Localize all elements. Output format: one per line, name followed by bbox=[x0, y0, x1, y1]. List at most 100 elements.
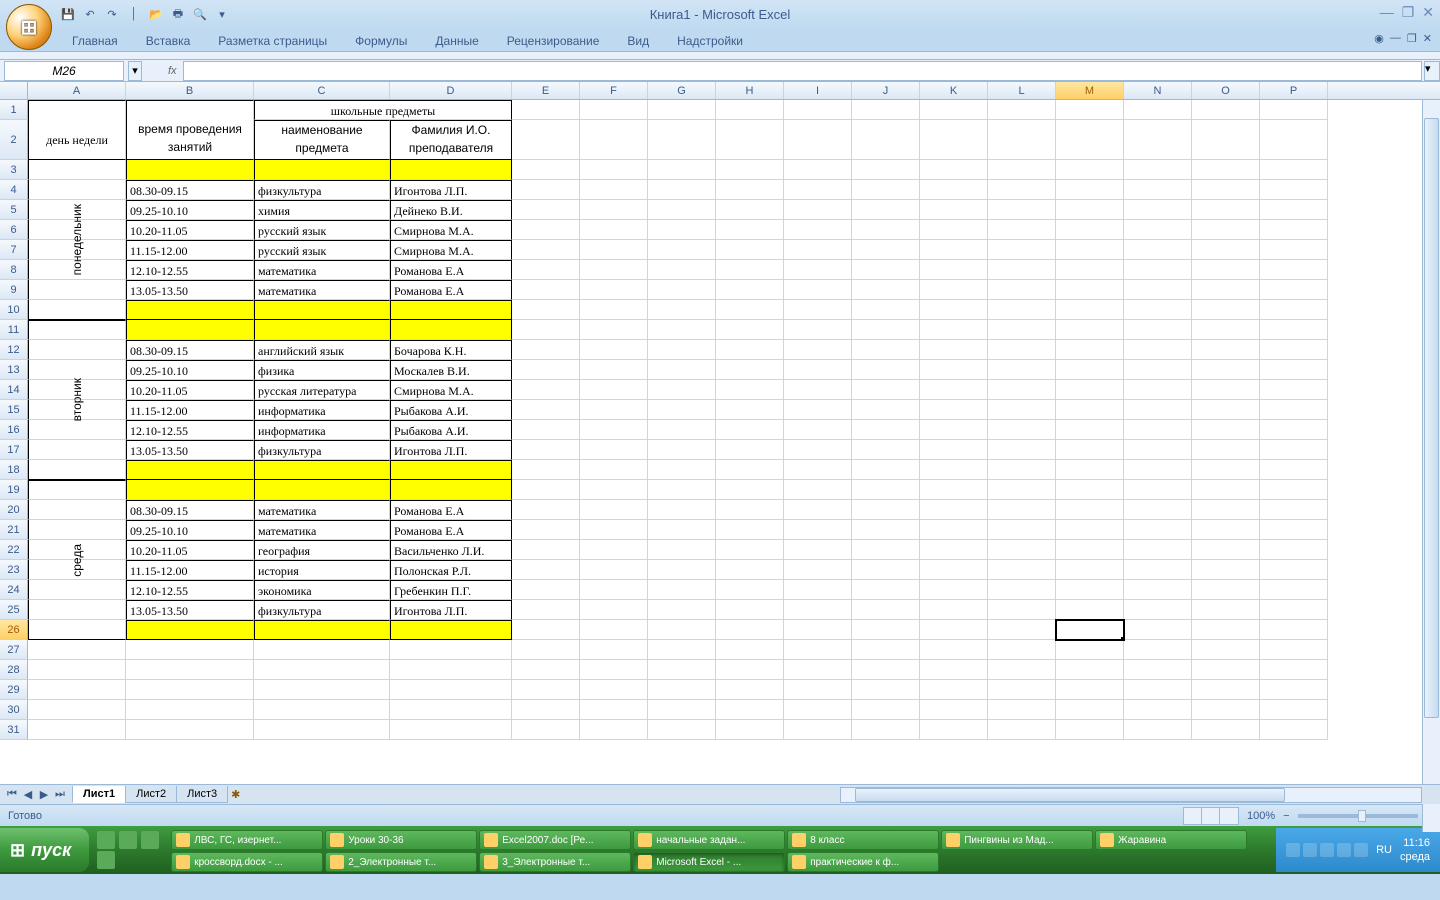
cell[interactable] bbox=[988, 500, 1056, 520]
cell[interactable] bbox=[648, 620, 716, 640]
cell[interactable] bbox=[920, 220, 988, 240]
cell[interactable] bbox=[1056, 680, 1124, 700]
cell[interactable] bbox=[784, 360, 852, 380]
cell[interactable] bbox=[1056, 540, 1124, 560]
save-icon[interactable]: 💾 bbox=[60, 6, 76, 22]
time-cell[interactable]: 10.20-11.05 bbox=[126, 220, 254, 240]
yellow-gap[interactable] bbox=[126, 320, 254, 340]
cell[interactable] bbox=[512, 640, 580, 660]
column-header-J[interactable]: J bbox=[852, 82, 920, 99]
cell[interactable] bbox=[1260, 640, 1328, 660]
cell[interactable] bbox=[648, 560, 716, 580]
cell[interactable] bbox=[254, 700, 390, 720]
cell[interactable] bbox=[648, 440, 716, 460]
tray-icon[interactable] bbox=[1286, 843, 1300, 857]
cell[interactable] bbox=[390, 660, 512, 680]
cell[interactable] bbox=[1192, 580, 1260, 600]
taskbar-item[interactable]: Excel2007.doc [Ре... bbox=[479, 830, 631, 850]
row-header-15[interactable]: 15 bbox=[0, 400, 28, 420]
row-header-7[interactable]: 7 bbox=[0, 240, 28, 260]
cell[interactable] bbox=[1124, 100, 1192, 120]
cell[interactable] bbox=[390, 640, 512, 660]
subject-cell[interactable]: математика bbox=[254, 520, 390, 540]
cell[interactable] bbox=[1056, 120, 1124, 160]
cell[interactable] bbox=[126, 720, 254, 740]
cell[interactable] bbox=[716, 380, 784, 400]
cell[interactable] bbox=[1260, 120, 1328, 160]
column-header-B[interactable]: B bbox=[126, 82, 254, 99]
teacher-cell[interactable]: Рыбакова А.И. bbox=[390, 420, 512, 440]
cell[interactable] bbox=[1056, 640, 1124, 660]
restore-inner-icon[interactable]: ❐ bbox=[1407, 32, 1417, 45]
subject-cell[interactable]: математика bbox=[254, 260, 390, 280]
header-subject[interactable]: наименованиепредмета bbox=[254, 120, 390, 160]
cell[interactable] bbox=[1192, 440, 1260, 460]
cell[interactable] bbox=[852, 480, 920, 500]
cell[interactable] bbox=[512, 540, 580, 560]
view-layout-icon[interactable] bbox=[1202, 808, 1220, 824]
zoom-slider[interactable] bbox=[1298, 814, 1418, 818]
cell[interactable] bbox=[648, 660, 716, 680]
cell[interactable] bbox=[852, 580, 920, 600]
cell[interactable] bbox=[648, 520, 716, 540]
cell[interactable] bbox=[512, 320, 580, 340]
cell[interactable] bbox=[512, 260, 580, 280]
cell[interactable] bbox=[784, 680, 852, 700]
cell[interactable] bbox=[1260, 680, 1328, 700]
close-icon[interactable]: ✕ bbox=[1422, 4, 1434, 21]
row-header-14[interactable]: 14 bbox=[0, 380, 28, 400]
cell[interactable] bbox=[920, 640, 988, 660]
subject-cell[interactable]: математика bbox=[254, 500, 390, 520]
cell[interactable] bbox=[1124, 420, 1192, 440]
cell[interactable] bbox=[988, 720, 1056, 740]
cell[interactable] bbox=[648, 100, 716, 120]
cell[interactable] bbox=[1124, 700, 1192, 720]
subject-cell[interactable]: русский язык bbox=[254, 220, 390, 240]
taskbar-item[interactable]: Microsoft Excel - ... bbox=[633, 852, 785, 872]
cell[interactable] bbox=[1124, 480, 1192, 500]
time-cell[interactable]: 12.10-12.55 bbox=[126, 260, 254, 280]
cell[interactable] bbox=[580, 520, 648, 540]
sheet-nav-first-icon[interactable]: ⏮ bbox=[4, 788, 20, 801]
cell[interactable] bbox=[1260, 240, 1328, 260]
cell[interactable] bbox=[648, 200, 716, 220]
cell[interactable] bbox=[648, 480, 716, 500]
cell[interactable] bbox=[648, 240, 716, 260]
cell[interactable] bbox=[1056, 580, 1124, 600]
teacher-cell[interactable]: Смирнова М.А. bbox=[390, 240, 512, 260]
cell[interactable] bbox=[1260, 460, 1328, 480]
cell[interactable] bbox=[648, 160, 716, 180]
cell[interactable] bbox=[784, 460, 852, 480]
cell[interactable] bbox=[1192, 300, 1260, 320]
taskbar-item[interactable]: практические к ф... bbox=[787, 852, 939, 872]
header-time[interactable]: время проведениязанятий bbox=[126, 120, 254, 160]
taskbar-item[interactable]: Уроки 30-36 bbox=[325, 830, 477, 850]
ribbon-tab-Разметка страницы[interactable]: Разметка страницы bbox=[206, 31, 339, 51]
subject-cell[interactable]: физика bbox=[254, 360, 390, 380]
cell[interactable] bbox=[1192, 660, 1260, 680]
cell[interactable] bbox=[648, 580, 716, 600]
cell[interactable] bbox=[1192, 700, 1260, 720]
cell[interactable] bbox=[580, 340, 648, 360]
cell[interactable] bbox=[716, 640, 784, 660]
sheet-tab-Лист2[interactable]: Лист2 bbox=[125, 786, 177, 803]
cell[interactable] bbox=[1192, 160, 1260, 180]
cell[interactable] bbox=[852, 420, 920, 440]
cell[interactable] bbox=[1192, 100, 1260, 120]
ribbon-tab-Главная[interactable]: Главная bbox=[60, 31, 130, 51]
qat-dropdown-icon[interactable]: ▾ bbox=[214, 6, 230, 22]
row-header-18[interactable]: 18 bbox=[0, 460, 28, 480]
cell[interactable] bbox=[1192, 500, 1260, 520]
yellow-gap[interactable] bbox=[390, 460, 512, 480]
cell[interactable] bbox=[1124, 580, 1192, 600]
zoom-out-icon[interactable]: − bbox=[1283, 810, 1289, 822]
cell[interactable] bbox=[716, 440, 784, 460]
cell[interactable] bbox=[1260, 220, 1328, 240]
name-box[interactable]: M26 bbox=[4, 61, 124, 81]
cell[interactable] bbox=[254, 640, 390, 660]
subject-cell[interactable]: информатика bbox=[254, 420, 390, 440]
cell[interactable] bbox=[1056, 500, 1124, 520]
header-time[interactable] bbox=[126, 100, 254, 120]
subject-cell[interactable]: химия bbox=[254, 200, 390, 220]
cell[interactable] bbox=[580, 380, 648, 400]
